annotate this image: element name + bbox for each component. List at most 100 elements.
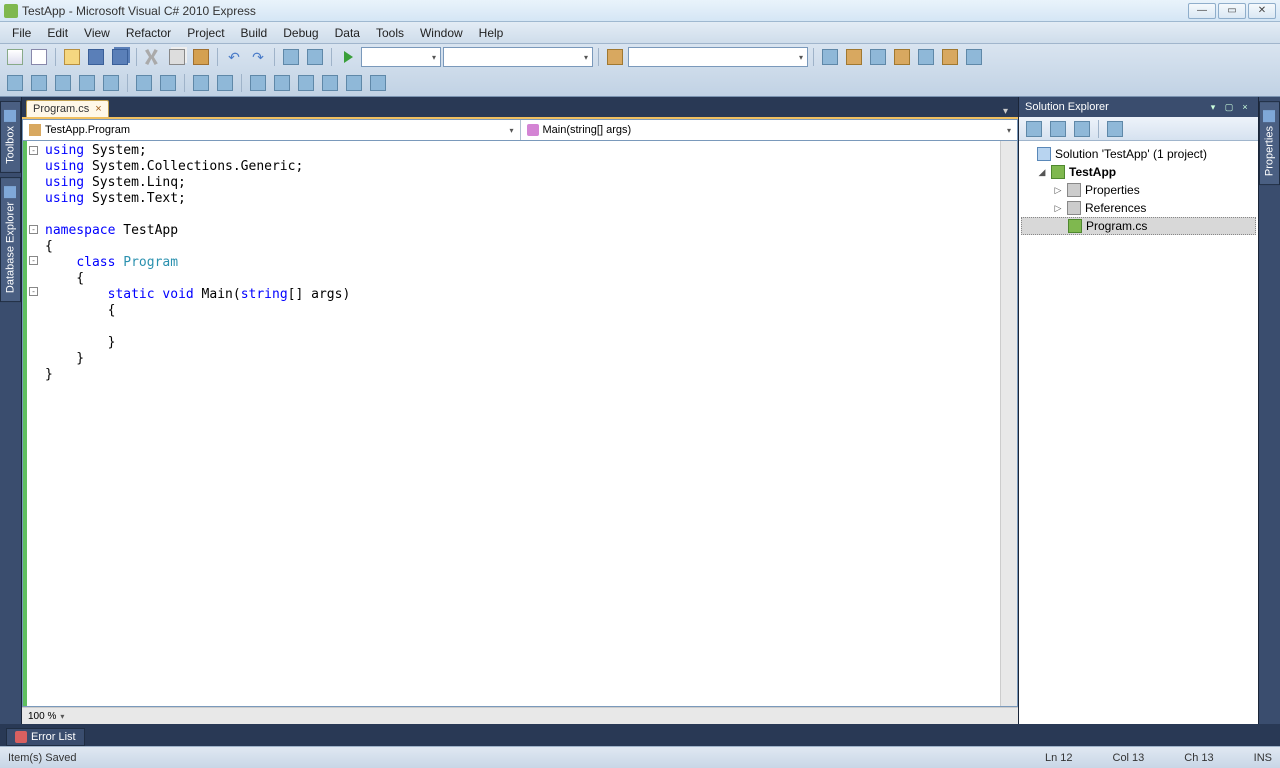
new-project-button[interactable] xyxy=(4,46,26,68)
tb2-10[interactable] xyxy=(247,72,269,94)
menu-file[interactable]: File xyxy=(4,24,39,42)
sol-properties-button[interactable] xyxy=(1023,118,1045,140)
nav-back-button[interactable] xyxy=(280,46,302,68)
tb-misc5[interactable] xyxy=(915,46,937,68)
fold-gutter[interactable]: - - - - xyxy=(23,141,41,706)
panel-close-icon[interactable]: × xyxy=(1238,100,1252,114)
tb2-4[interactable] xyxy=(76,72,98,94)
find-combo[interactable]: ▾ xyxy=(628,47,808,67)
references-icon xyxy=(1067,201,1081,215)
properties-tab[interactable]: Properties xyxy=(1259,101,1280,185)
toolbox-tab[interactable]: Toolbox xyxy=(0,101,21,173)
solution-toolbar xyxy=(1019,117,1258,141)
tb-misc7[interactable] xyxy=(963,46,985,68)
sol-showall-button[interactable] xyxy=(1047,118,1069,140)
cut-button[interactable] xyxy=(142,46,164,68)
save-all-button[interactable] xyxy=(109,46,131,68)
error-icon xyxy=(15,731,27,743)
uncomment-button[interactable] xyxy=(214,72,236,94)
redo-button[interactable]: ↷ xyxy=(247,46,269,68)
fold-toggle[interactable]: - xyxy=(29,287,38,296)
close-button[interactable]: ✕ xyxy=(1248,3,1276,19)
class-icon xyxy=(29,124,41,136)
sol-view-button[interactable] xyxy=(1104,118,1126,140)
config-combo[interactable]: ▾ xyxy=(361,47,441,67)
tree-program-cs-node[interactable]: Program.cs xyxy=(1021,217,1256,235)
tab-close-icon[interactable]: × xyxy=(95,103,101,115)
solution-explorer-title: Solution Explorer ▾ ▢ × xyxy=(1019,97,1258,117)
tb-misc4[interactable] xyxy=(891,46,913,68)
zoom-dropdown-icon[interactable]: ▾ xyxy=(60,712,64,721)
nav-fwd-button[interactable] xyxy=(304,46,326,68)
tab-label: Program.cs xyxy=(33,103,89,115)
menu-edit[interactable]: Edit xyxy=(39,24,76,42)
panel-pin-icon[interactable]: ▢ xyxy=(1222,100,1236,114)
menu-tools[interactable]: Tools xyxy=(368,24,412,42)
maximize-button[interactable]: ▭ xyxy=(1218,3,1246,19)
tb2-2[interactable] xyxy=(28,72,50,94)
zoom-level[interactable]: 100 % xyxy=(28,711,56,722)
code-text[interactable]: using System; using System.Collections.G… xyxy=(41,141,1000,706)
tb2-12[interactable] xyxy=(295,72,317,94)
panel-dropdown-icon[interactable]: ▾ xyxy=(1206,100,1220,114)
window-title: TestApp - Microsoft Visual C# 2010 Expre… xyxy=(22,4,256,18)
project-icon xyxy=(1051,165,1065,179)
tb-misc3[interactable] xyxy=(867,46,889,68)
fold-toggle[interactable]: - xyxy=(29,256,38,265)
method-icon xyxy=(527,124,539,136)
solution-tree[interactable]: Solution 'TestApp' (1 project) ◢ TestApp… xyxy=(1019,141,1258,724)
platform-combo[interactable]: ▾ xyxy=(443,47,593,67)
menu-data[interactable]: Data xyxy=(327,24,368,42)
member-combo[interactable]: Main(string[] args) ▾ xyxy=(521,120,1018,140)
status-bar: Item(s) Saved Ln 12 Col 13 Ch 13 INS xyxy=(0,746,1280,768)
tab-program-cs[interactable]: Program.cs × xyxy=(26,100,109,117)
tb2-3[interactable] xyxy=(52,72,74,94)
find-button[interactable] xyxy=(604,46,626,68)
indent-more-button[interactable] xyxy=(157,72,179,94)
menu-help[interactable]: Help xyxy=(471,24,512,42)
copy-button[interactable] xyxy=(166,46,188,68)
tb2-14[interactable] xyxy=(343,72,365,94)
vertical-scrollbar[interactable] xyxy=(1000,141,1017,706)
open-button[interactable] xyxy=(61,46,83,68)
tb-misc2[interactable] xyxy=(843,46,865,68)
editor-footer: 100 % ▾ xyxy=(22,707,1018,724)
tb-misc1[interactable] xyxy=(819,46,841,68)
code-editor[interactable]: - - - - using System; using System.Colle… xyxy=(22,141,1018,707)
save-button[interactable] xyxy=(85,46,107,68)
fold-toggle[interactable]: - xyxy=(29,146,38,155)
solution-icon xyxy=(1037,147,1051,161)
fold-toggle[interactable]: - xyxy=(29,225,38,234)
tb2-5[interactable] xyxy=(100,72,122,94)
tabs-dropdown-icon[interactable]: ▾ xyxy=(997,106,1014,117)
comment-button[interactable] xyxy=(190,72,212,94)
start-debug-button[interactable] xyxy=(337,46,359,68)
menu-build[interactable]: Build xyxy=(233,24,276,42)
menu-refactor[interactable]: Refactor xyxy=(118,24,179,42)
editor-panel: Program.cs × ▾ TestApp.Program ▾ Main(st… xyxy=(22,97,1018,724)
tree-references-node[interactable]: ▷ References xyxy=(1021,199,1256,217)
add-item-button[interactable] xyxy=(28,46,50,68)
tb2-1[interactable] xyxy=(4,72,26,94)
class-combo[interactable]: TestApp.Program ▾ xyxy=(23,120,521,140)
tb2-15[interactable] xyxy=(367,72,389,94)
database-explorer-tab[interactable]: Database Explorer xyxy=(0,177,21,302)
minimize-button[interactable]: — xyxy=(1188,3,1216,19)
tb2-13[interactable] xyxy=(319,72,341,94)
tree-solution-node[interactable]: Solution 'TestApp' (1 project) xyxy=(1021,145,1256,163)
indent-less-button[interactable] xyxy=(133,72,155,94)
menu-window[interactable]: Window xyxy=(412,24,471,42)
tb-misc6[interactable] xyxy=(939,46,961,68)
status-ch: Ch 13 xyxy=(1184,752,1213,764)
sol-refresh-button[interactable] xyxy=(1071,118,1093,140)
paste-button[interactable] xyxy=(190,46,212,68)
tree-properties-node[interactable]: ▷ Properties xyxy=(1021,181,1256,199)
undo-button[interactable]: ↶ xyxy=(223,46,245,68)
menu-debug[interactable]: Debug xyxy=(275,24,326,42)
menu-project[interactable]: Project xyxy=(179,24,232,42)
status-message: Item(s) Saved xyxy=(8,752,76,764)
error-list-tab[interactable]: Error List xyxy=(6,728,85,746)
tree-project-node[interactable]: ◢ TestApp xyxy=(1021,163,1256,181)
menu-view[interactable]: View xyxy=(76,24,118,42)
tb2-11[interactable] xyxy=(271,72,293,94)
